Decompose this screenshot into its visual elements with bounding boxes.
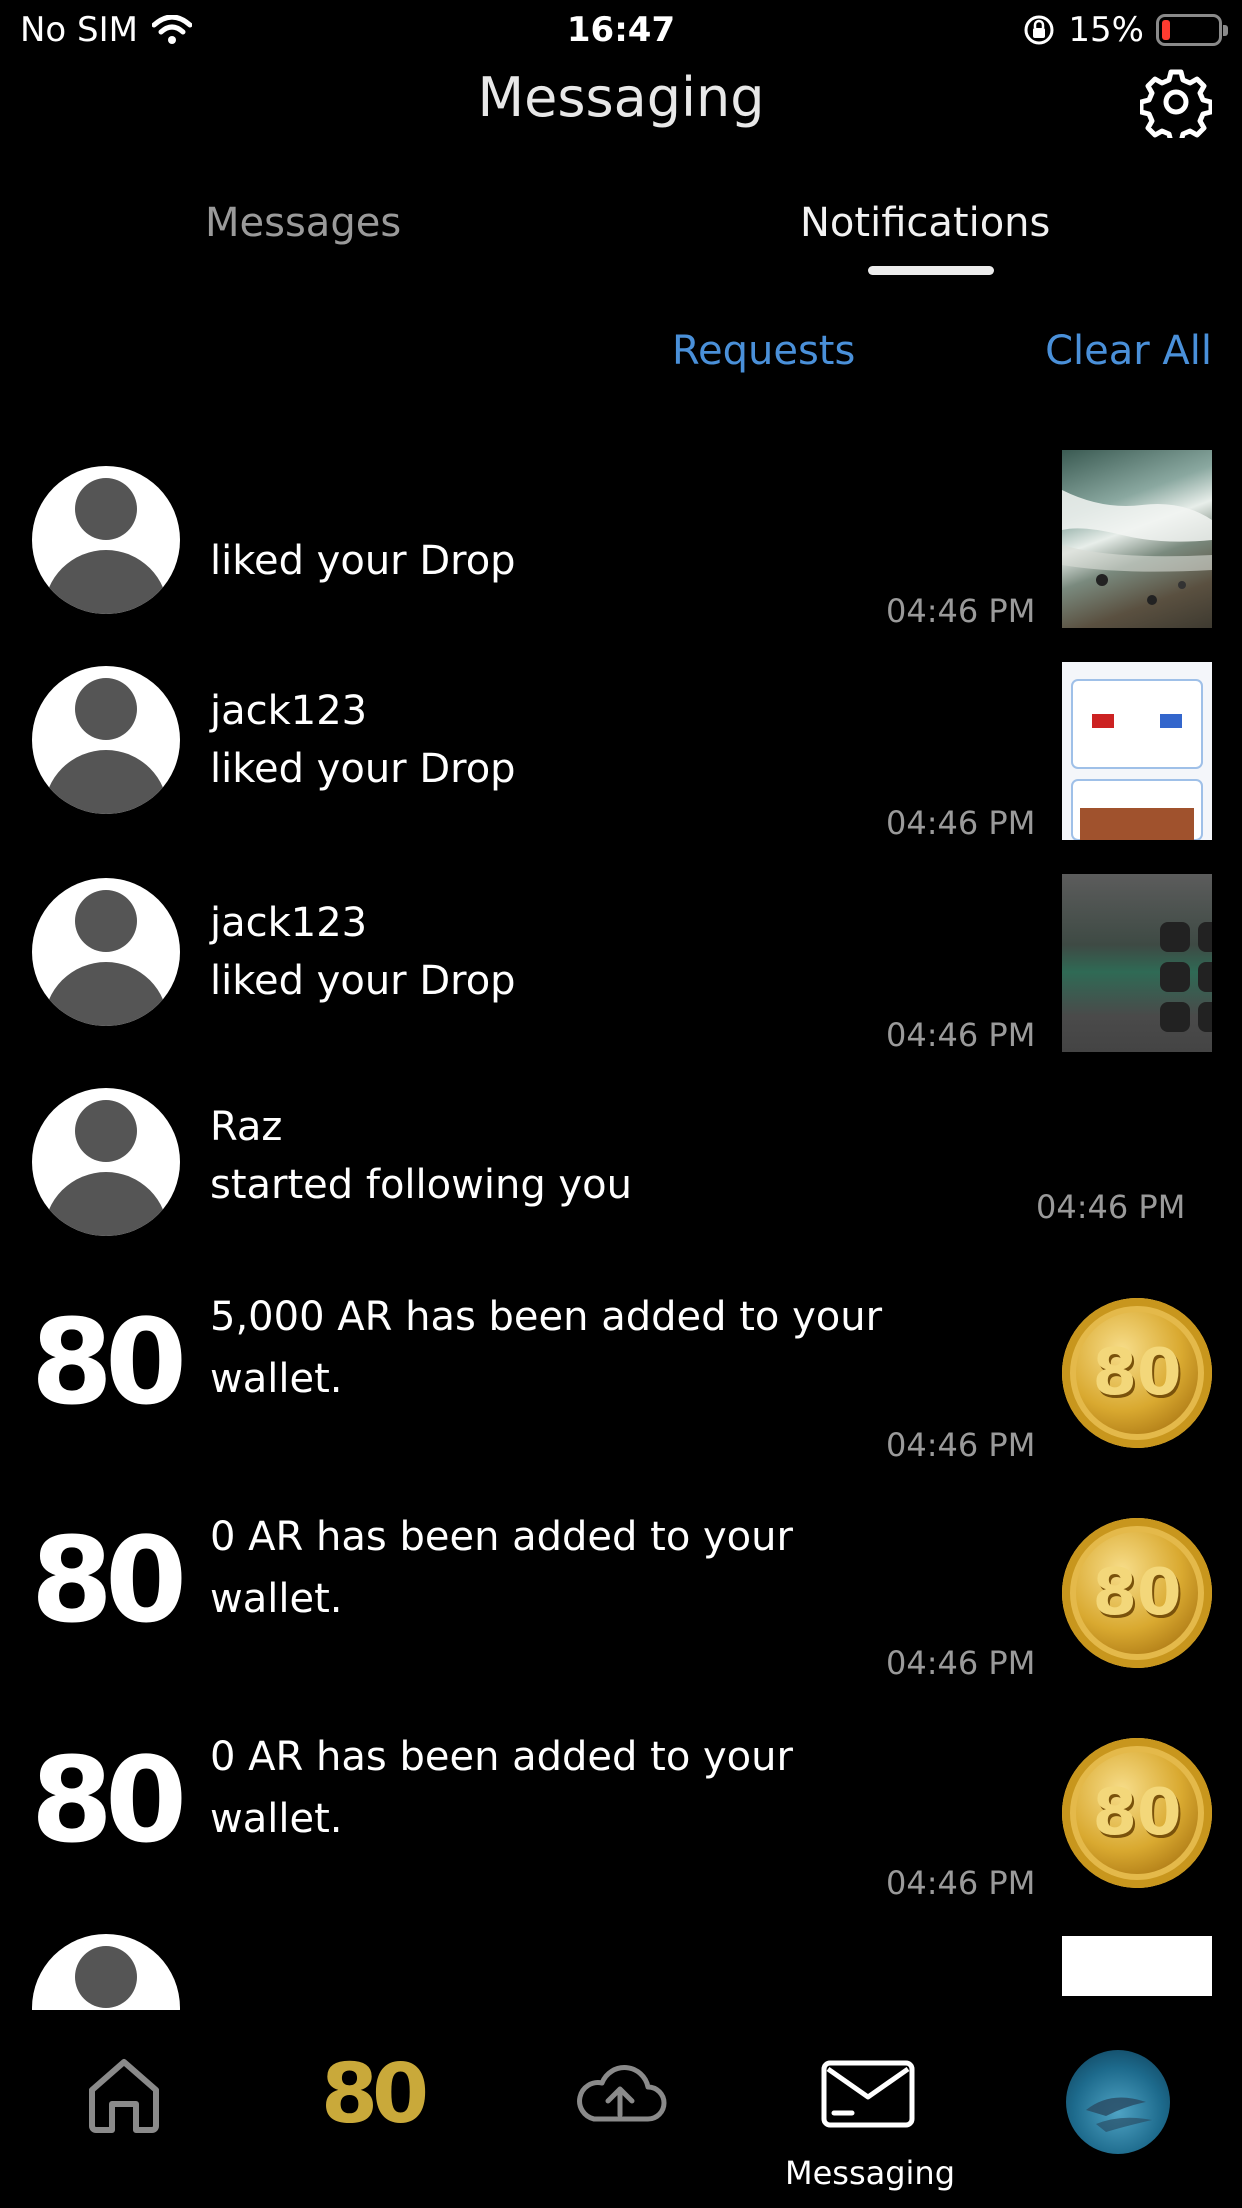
nav-active-label: Messaging bbox=[784, 2154, 956, 2192]
notification-time: 04:46 PM bbox=[886, 1426, 1036, 1464]
notification-list[interactable]: liked your Drop 04:46 PM jack123 liked y… bbox=[0, 440, 1242, 2010]
avatar[interactable] bbox=[32, 466, 180, 614]
active-tab-indicator bbox=[868, 266, 994, 275]
profile-avatar[interactable] bbox=[1066, 2050, 1170, 2154]
battery-group: 15% bbox=[1022, 10, 1228, 50]
notification-row[interactable] bbox=[0, 1926, 1242, 2010]
partial-thumbnail[interactable] bbox=[1062, 1936, 1212, 1996]
coin-label: 80 bbox=[1092, 1776, 1182, 1850]
battery-fill bbox=[1162, 20, 1170, 40]
brand-logo: 80 bbox=[30, 1293, 187, 1431]
notification-row[interactable]: jack123 liked your Drop 04:46 PM bbox=[0, 864, 1242, 1076]
nav-upload[interactable] bbox=[560, 2034, 680, 2154]
app-screenshot-thumbnail[interactable] bbox=[1062, 662, 1212, 840]
nav-messaging[interactable] bbox=[808, 2034, 928, 2154]
avatar[interactable] bbox=[32, 1088, 180, 1236]
cloud-upload-icon bbox=[577, 2065, 667, 2122]
nav-brand-80[interactable]: 80 bbox=[312, 2034, 432, 2154]
dolphin-image bbox=[1086, 2097, 1152, 2132]
notification-username[interactable]: Raz bbox=[210, 1104, 282, 1150]
coin-icon: 80 bbox=[1062, 1518, 1212, 1668]
bottom-nav: 80 Messaging bbox=[0, 2010, 1242, 2208]
coin-icon: 80 bbox=[1062, 1298, 1212, 1448]
notification-text: 5,000 AR has been added to your wallet. bbox=[210, 1294, 883, 1402]
notification-time: 04:46 PM bbox=[886, 592, 1036, 630]
beach-aerial-thumbnail[interactable] bbox=[1062, 450, 1212, 628]
beach-aerial-image bbox=[1062, 490, 1212, 605]
tab-notifications[interactable]: Notifications bbox=[800, 200, 1050, 246]
notification-time: 04:46 PM bbox=[886, 804, 1036, 842]
app-screenshot-image bbox=[1071, 679, 1203, 840]
control-center-thumbnail[interactable] bbox=[1062, 874, 1212, 1052]
clear-all-link[interactable]: Clear All bbox=[1045, 328, 1212, 374]
notification-row[interactable]: 80 5,000 AR has been added to your walle… bbox=[0, 1266, 1242, 1486]
gear-icon[interactable] bbox=[1140, 66, 1212, 138]
notification-time: 04:46 PM bbox=[886, 1016, 1036, 1054]
coin-icon: 80 bbox=[1062, 1738, 1212, 1888]
notification-row[interactable]: 80 0 AR has been added to your wallet. 0… bbox=[0, 1486, 1242, 1706]
notification-text: liked your Drop bbox=[210, 958, 516, 1004]
battery-percent: 15% bbox=[1068, 10, 1144, 50]
coin-label: 80 bbox=[1092, 1336, 1182, 1410]
brand-logo: 80 bbox=[30, 1731, 187, 1869]
page-title: Messaging bbox=[477, 66, 765, 129]
avatar[interactable] bbox=[32, 666, 180, 814]
notification-username[interactable]: jack123 bbox=[210, 688, 367, 734]
notification-text: 0 AR has been added to your wallet. bbox=[210, 1514, 793, 1622]
avatar[interactable] bbox=[32, 1934, 180, 2010]
notification-text: liked your Drop bbox=[210, 538, 516, 584]
notification-time: 04:46 PM bbox=[886, 1644, 1036, 1682]
envelope-icon bbox=[821, 2060, 915, 2128]
notification-row[interactable]: Raz started following you 04:46 PM bbox=[0, 1076, 1242, 1266]
notification-time: 04:46 PM bbox=[1036, 1188, 1186, 1226]
status-bar: No SIM 16:47 15% bbox=[0, 0, 1242, 62]
notification-text: liked your Drop bbox=[210, 746, 516, 792]
notification-text: 0 AR has been added to your wallet. bbox=[210, 1734, 793, 1842]
tab-messages[interactable]: Messages bbox=[205, 200, 401, 246]
battery-icon bbox=[1156, 14, 1228, 46]
notification-time: 04:46 PM bbox=[886, 1864, 1036, 1902]
control-center-image bbox=[1160, 922, 1212, 1032]
notification-text: started following you bbox=[210, 1162, 632, 1208]
rotation-lock-icon bbox=[1024, 15, 1054, 45]
requests-link[interactable]: Requests bbox=[672, 328, 855, 374]
notification-row[interactable]: liked your Drop 04:46 PM bbox=[0, 440, 1242, 652]
avatar[interactable] bbox=[32, 878, 180, 1026]
coin-label: 80 bbox=[1092, 1556, 1182, 1630]
notification-username[interactable]: jack123 bbox=[210, 900, 367, 946]
brand-logo: 80 bbox=[30, 1511, 187, 1649]
home-icon bbox=[89, 2059, 159, 2133]
notification-row[interactable]: jack123 liked your Drop 04:46 PM bbox=[0, 652, 1242, 864]
notification-row[interactable]: 80 0 AR has been added to your wallet. 0… bbox=[0, 1706, 1242, 1926]
nav-home[interactable] bbox=[64, 2034, 184, 2154]
